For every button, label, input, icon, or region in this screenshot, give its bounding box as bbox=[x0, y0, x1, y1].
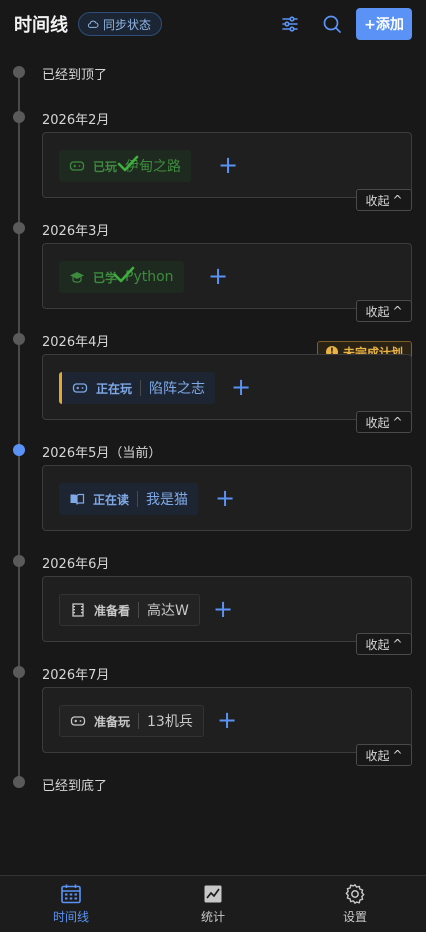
sync-status-label: 同步状态 bbox=[103, 17, 152, 32]
check-icon bbox=[117, 155, 139, 172]
chevron-up-icon: ^ bbox=[392, 193, 403, 207]
gear-icon bbox=[345, 884, 365, 904]
sync-status-button[interactable]: 同步状态 bbox=[78, 12, 163, 36]
month-label: 2026年5月（当前） bbox=[42, 446, 162, 461]
item-status: 已玩 bbox=[93, 159, 118, 174]
item-status: 正在玩 bbox=[96, 381, 133, 396]
timeline-dot bbox=[13, 776, 25, 788]
month-card: 已玩 伊甸之路 + 收起 ^ bbox=[42, 132, 412, 211]
calendar-icon bbox=[61, 884, 81, 904]
add-item-button[interactable]: + bbox=[213, 486, 237, 511]
timeline-dot bbox=[13, 111, 25, 123]
item-status: 正在读 bbox=[93, 492, 130, 507]
item-pill[interactable]: 正在读 我是猫 bbox=[59, 483, 199, 515]
page-title: 时间线 bbox=[14, 15, 68, 36]
item-pill[interactable]: 正在玩 陷阵之志 bbox=[59, 372, 216, 404]
collapse-button[interactable]: 收起 ^ bbox=[356, 300, 412, 322]
cloud-icon bbox=[87, 20, 99, 28]
month-label: 2026年4月 bbox=[42, 335, 110, 350]
item-status: 准备看 bbox=[94, 603, 131, 618]
gamepad-icon bbox=[72, 380, 88, 396]
collapse-button[interactable]: 收起 ^ bbox=[356, 633, 412, 655]
timeline-dot-current bbox=[13, 444, 25, 456]
chevron-up-icon: ^ bbox=[392, 748, 403, 762]
month-card: 准备看 高达W + 收起 ^ bbox=[42, 576, 412, 655]
month-label: 2026年3月 bbox=[42, 224, 110, 239]
add-item-button[interactable]: + bbox=[215, 708, 239, 733]
gamepad-icon bbox=[70, 713, 86, 729]
add-item-button[interactable]: + bbox=[216, 153, 240, 178]
film-icon bbox=[70, 602, 86, 618]
timeline-dot bbox=[13, 222, 25, 234]
month-label: 2026年7月 bbox=[42, 668, 110, 683]
chart-icon bbox=[204, 885, 222, 903]
nav-label: 设置 bbox=[342, 910, 367, 924]
nav-item-stats[interactable]: 统计 bbox=[142, 876, 284, 932]
collapse-label: 收起 bbox=[365, 415, 390, 430]
nav-label: 统计 bbox=[200, 910, 225, 924]
add-item-button[interactable]: + bbox=[211, 597, 235, 622]
item-name: 陷阵之志 bbox=[149, 381, 206, 397]
collapse-button[interactable]: 收起 ^ bbox=[356, 411, 412, 433]
search-icon[interactable] bbox=[320, 12, 344, 36]
pill-divider bbox=[138, 713, 140, 729]
nav-item-timeline[interactable]: 时间线 bbox=[0, 876, 142, 932]
book-icon bbox=[69, 491, 85, 507]
collapse-label: 收起 bbox=[365, 304, 390, 319]
collapse-label: 收起 bbox=[365, 748, 390, 763]
pill-divider bbox=[140, 380, 142, 396]
month-card: 已学 Python + 收起 ^ bbox=[42, 243, 412, 322]
check-icon bbox=[113, 266, 135, 283]
graduation-cap-icon bbox=[69, 269, 85, 285]
add-item-button[interactable]: + bbox=[206, 264, 230, 289]
timeline-dot bbox=[13, 666, 25, 678]
month-label: 2026年2月 bbox=[42, 113, 110, 128]
item-name: 我是猫 bbox=[146, 492, 189, 508]
month-card: 准备玩 13机兵 + 收起 ^ bbox=[42, 687, 412, 766]
timeline-bottom-label: 已经到底了 bbox=[42, 779, 108, 794]
filter-icon[interactable] bbox=[278, 12, 302, 36]
bottom-navigation: 时间线 统计 设置 bbox=[0, 875, 426, 932]
chevron-up-icon: ^ bbox=[392, 304, 403, 318]
item-status: 准备玩 bbox=[94, 714, 131, 729]
pill-divider bbox=[138, 602, 140, 618]
collapse-label: 收起 bbox=[365, 637, 390, 652]
collapse-button[interactable]: 收起 ^ bbox=[356, 189, 412, 211]
collapse-button[interactable]: 收起 ^ bbox=[356, 744, 412, 766]
timeline-top-label: 已经到顶了 bbox=[42, 68, 108, 83]
add-item-button[interactable]: + bbox=[229, 375, 253, 400]
item-pill[interactable]: 准备玩 13机兵 bbox=[59, 705, 204, 737]
timeline-dot bbox=[13, 66, 25, 78]
collapse-label: 收起 bbox=[365, 193, 390, 208]
nav-label: 时间线 bbox=[52, 910, 89, 924]
gamepad-icon bbox=[69, 158, 85, 174]
chevron-up-icon: ^ bbox=[392, 415, 403, 429]
chevron-up-icon: ^ bbox=[392, 637, 403, 651]
month-card: 正在玩 陷阵之志 + 收起 ^ bbox=[42, 354, 412, 433]
pill-divider bbox=[137, 491, 139, 507]
month-card: 正在读 我是猫 + bbox=[42, 465, 412, 531]
add-button[interactable]: +添加 bbox=[356, 8, 412, 40]
month-label: 2026年6月 bbox=[42, 557, 110, 572]
item-pill[interactable]: 准备看 高达W bbox=[59, 594, 200, 626]
timeline-dot bbox=[13, 333, 25, 345]
item-name: 高达W bbox=[147, 603, 189, 619]
item-name: 13机兵 bbox=[147, 714, 193, 730]
nav-item-settings[interactable]: 设置 bbox=[284, 876, 426, 932]
timeline-dot bbox=[13, 555, 25, 567]
